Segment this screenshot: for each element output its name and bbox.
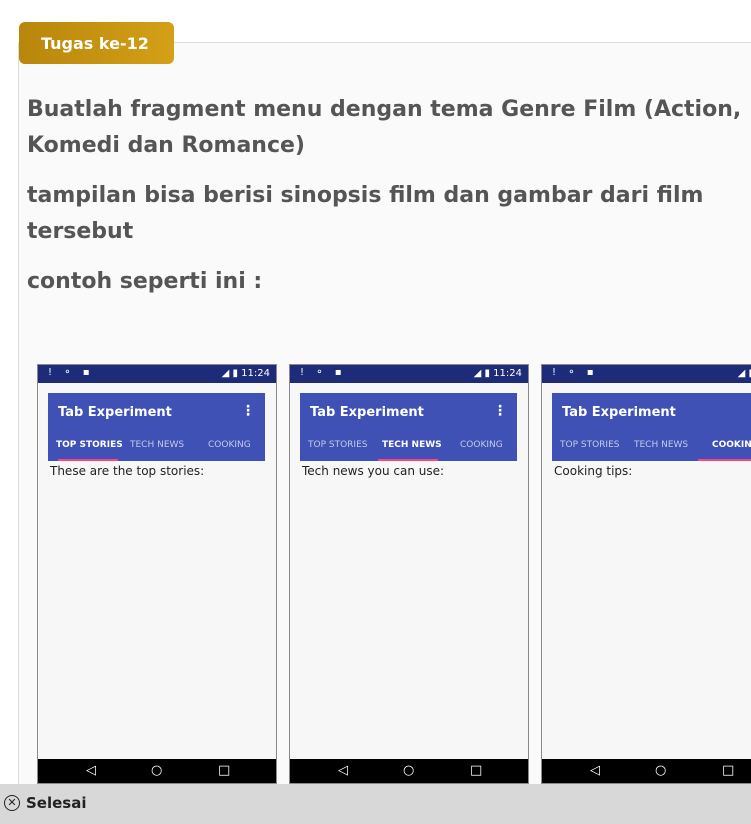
status-icons: ! ⚬ ▪ [300, 367, 346, 378]
tab-cooking: COOKING [208, 440, 251, 450]
tab-top-stories: TOP STORIES [308, 440, 368, 450]
recent-apps-icon: □ [722, 763, 735, 778]
tab-tech-news: TECH NEWS [634, 440, 689, 450]
tab-cooking: COOKIN [712, 440, 751, 450]
status-icons: ! ⚬ ▪ [552, 367, 598, 378]
status-bar: ! ⚬ ▪ ◢ ▮ 11:24 [290, 365, 528, 383]
phone-screenshot-cooking: ! ⚬ ▪ ◢ ▮ Tab Experiment TOP STORIES TEC… [541, 364, 751, 784]
app-bar: Tab Experiment ⋮ TOP STORIES TECH NEWS C… [300, 393, 517, 461]
tab-content-text: Tech news you can use: [302, 464, 445, 478]
home-icon: ○ [151, 763, 163, 778]
android-nav-bar: ◁ ○ □ [290, 759, 528, 783]
android-nav-bar: ◁ ○ □ [542, 759, 751, 783]
home-icon: ○ [403, 763, 415, 778]
overflow-menu-icon: ⋮ [241, 403, 255, 419]
tab-top-stories: TOP STORIES [560, 440, 620, 450]
app-title: Tab Experiment [310, 405, 424, 420]
tab-indicator [58, 459, 118, 461]
tab-indicator [698, 459, 751, 461]
footer-bar: ✕ Selesai [0, 784, 751, 824]
home-icon: ○ [655, 763, 667, 778]
tab-content-text: These are the top stories: [50, 464, 205, 478]
status-bar: ! ⚬ ▪ ◢ ▮ [542, 365, 751, 383]
app-title: Tab Experiment [58, 405, 172, 420]
recent-apps-icon: □ [470, 763, 483, 778]
status-clock: ◢ ▮ 11:24 [221, 368, 270, 379]
tab-tech-news: TECH NEWS [382, 440, 442, 450]
tab-cooking: COOKING [460, 440, 503, 450]
task-detail: tampilan bisa berisi sinopsis film dan g… [27, 183, 704, 244]
back-icon: ◁ [338, 763, 348, 778]
app-bar: Tab Experiment ⋮ TOP STORIES TECH NEWS C… [48, 393, 265, 461]
task-instruction: Buatlah fragment menu dengan tema Genre … [27, 97, 742, 158]
close-circle-icon[interactable]: ✕ [4, 795, 20, 811]
tab-tech-news: TECH NEWS [130, 440, 185, 450]
status-icons: ! ⚬ ▪ [48, 367, 94, 378]
app-title: Tab Experiment [562, 405, 676, 420]
back-icon: ◁ [590, 763, 600, 778]
status-bar: ! ⚬ ▪ ◢ ▮ 11:24 [38, 365, 276, 383]
android-nav-bar: ◁ ○ □ [38, 759, 276, 783]
tab-content-text: Cooking tips: [554, 464, 633, 478]
recent-apps-icon: □ [218, 763, 231, 778]
status-clock: ◢ ▮ 11:24 [473, 368, 522, 379]
status-clock: ◢ ▮ [737, 368, 751, 379]
finish-button[interactable]: Selesai [26, 794, 86, 812]
tab-indicator [378, 459, 438, 461]
app-bar: Tab Experiment TOP STORIES TECH NEWS COO… [552, 393, 751, 461]
phone-screenshot-top-stories: ! ⚬ ▪ ◢ ▮ 11:24 Tab Experiment ⋮ TOP STO… [37, 364, 277, 784]
task-example-label: contoh seperti ini : [27, 269, 263, 294]
phone-screenshot-tech-news: ! ⚬ ▪ ◢ ▮ 11:24 Tab Experiment ⋮ TOP STO… [289, 364, 529, 784]
back-icon: ◁ [86, 763, 96, 778]
tab-top-stories: TOP STORIES [56, 440, 123, 450]
task-badge: Tugas ke-12 [19, 22, 174, 64]
overflow-menu-icon: ⋮ [493, 403, 507, 419]
